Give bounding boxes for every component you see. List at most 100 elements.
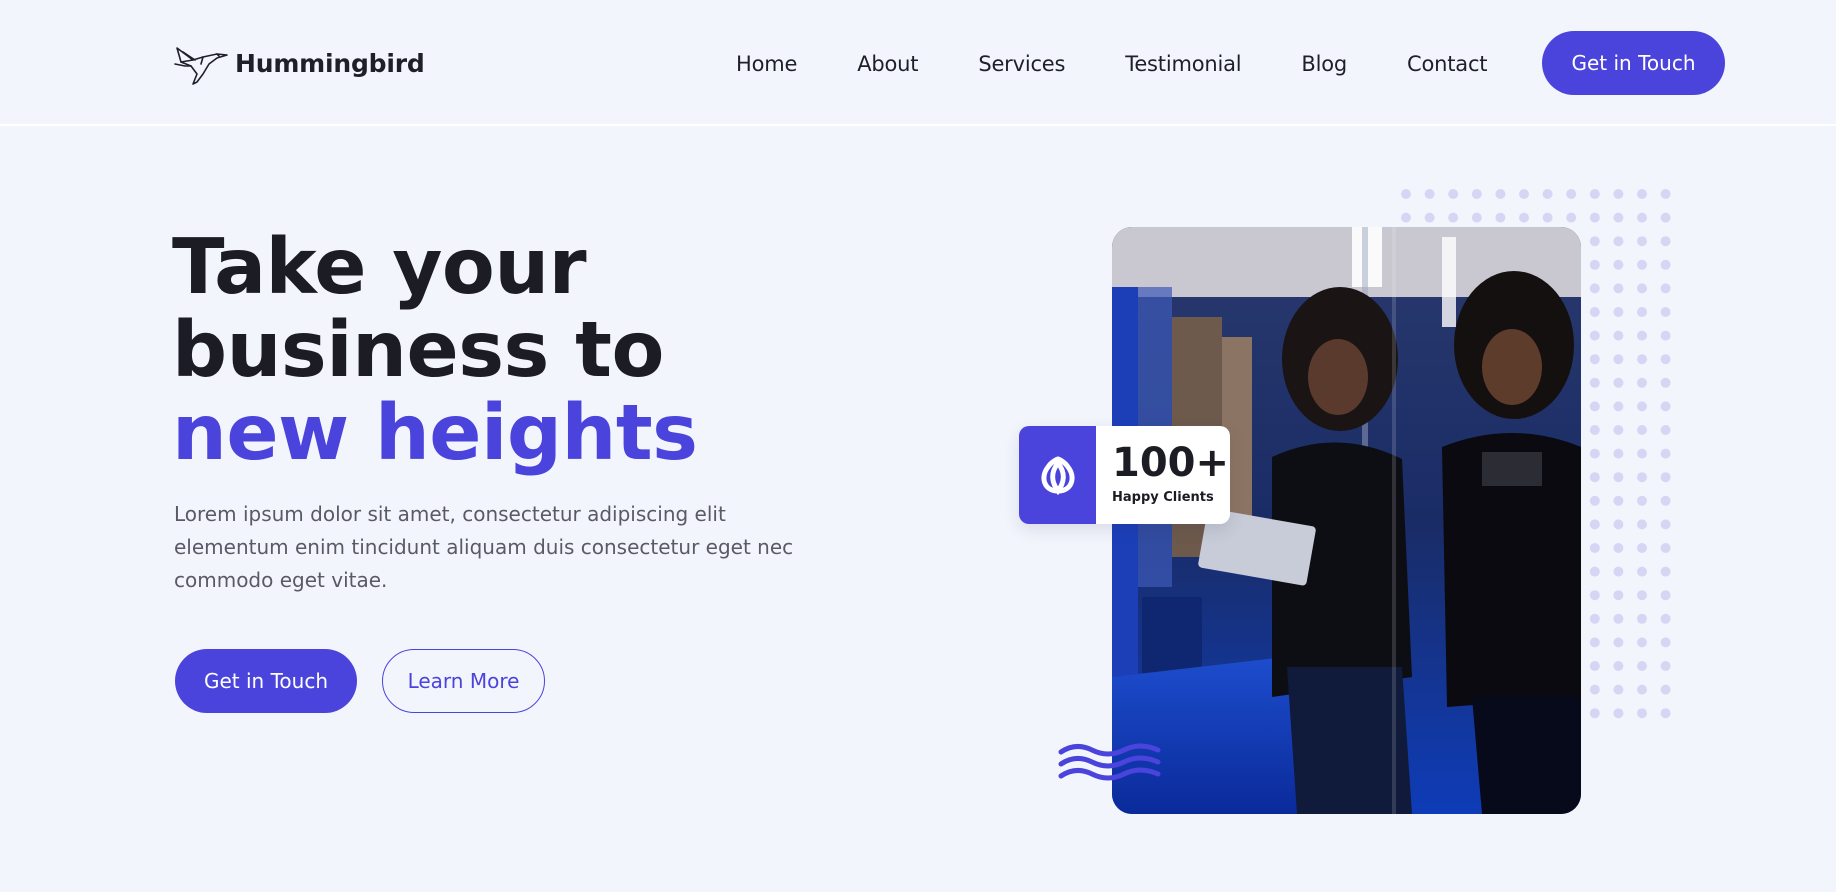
pattern-dot bbox=[1637, 613, 1647, 624]
pattern-dot bbox=[1589, 472, 1600, 483]
pattern-dot bbox=[1613, 543, 1624, 553]
pattern-dot bbox=[1589, 448, 1600, 459]
pattern-dot bbox=[1637, 330, 1647, 341]
pattern-dot bbox=[1637, 377, 1647, 388]
hero-headline: Take your business to new heights bbox=[172, 226, 698, 475]
pattern-dot bbox=[1637, 661, 1647, 671]
pattern-dot bbox=[1660, 684, 1671, 695]
main-nav: Home About Services Testimonial Blog Con… bbox=[736, 47, 1488, 81]
brand-name: Hummingbird bbox=[235, 48, 425, 78]
pattern-dot bbox=[1660, 708, 1671, 719]
pattern-dot bbox=[1542, 212, 1553, 223]
nav-item-home[interactable]: Home bbox=[736, 52, 797, 76]
hero-get-in-touch-button[interactable]: Get in Touch bbox=[175, 649, 357, 713]
headline-line-2: business to bbox=[172, 306, 664, 395]
stat-label: Happy Clients bbox=[1112, 490, 1214, 505]
pattern-dot bbox=[1613, 495, 1624, 506]
pattern-dot bbox=[1589, 401, 1600, 412]
wave-decoration bbox=[1058, 743, 1161, 781]
pattern-dot bbox=[1448, 212, 1459, 223]
pattern-dot bbox=[1589, 708, 1600, 719]
pattern-dot bbox=[1471, 212, 1482, 223]
pattern-dot bbox=[1637, 472, 1647, 483]
pattern-dot bbox=[1613, 448, 1624, 459]
pattern-dot bbox=[1589, 661, 1600, 671]
pattern-dot bbox=[1589, 307, 1600, 317]
pattern-dot bbox=[1613, 472, 1624, 483]
stat-icon-box bbox=[1019, 426, 1096, 524]
pattern-dot bbox=[1613, 661, 1624, 671]
site-header: Hummingbird Home About Services Testimon… bbox=[0, 0, 1836, 126]
nav-item-testimonial[interactable]: Testimonial bbox=[1125, 52, 1241, 76]
pattern-dot bbox=[1589, 189, 1600, 199]
header-get-in-touch-button[interactable]: Get in Touch bbox=[1542, 31, 1725, 95]
pattern-dot bbox=[1637, 354, 1647, 365]
pattern-dot bbox=[1589, 566, 1600, 577]
pattern-dot bbox=[1637, 259, 1647, 270]
pattern-dot bbox=[1613, 189, 1624, 199]
pattern-dot bbox=[1495, 212, 1506, 223]
pattern-dot bbox=[1613, 590, 1624, 601]
pattern-dot bbox=[1637, 590, 1647, 601]
pattern-dot bbox=[1471, 189, 1482, 199]
headline-accent: new heights bbox=[172, 389, 698, 478]
pattern-dot bbox=[1613, 566, 1624, 577]
pattern-dot bbox=[1424, 212, 1435, 223]
pattern-dot bbox=[1660, 590, 1671, 601]
pattern-dot bbox=[1613, 377, 1624, 388]
pattern-dot bbox=[1589, 236, 1600, 247]
pattern-dot bbox=[1613, 637, 1624, 648]
pattern-dot bbox=[1660, 519, 1671, 530]
pattern-dot bbox=[1589, 495, 1600, 506]
headline-line-1: Take your bbox=[172, 223, 587, 312]
nav-item-about[interactable]: About bbox=[857, 52, 918, 76]
nav-item-blog[interactable]: Blog bbox=[1301, 52, 1347, 76]
pattern-dot bbox=[1519, 189, 1529, 199]
pattern-dot bbox=[1589, 543, 1600, 553]
pattern-dot bbox=[1589, 283, 1600, 294]
pattern-dot bbox=[1613, 259, 1624, 270]
pattern-dot bbox=[1637, 212, 1647, 223]
pattern-dot bbox=[1566, 212, 1577, 223]
pattern-dot bbox=[1660, 189, 1671, 199]
pattern-dot bbox=[1660, 448, 1671, 459]
pattern-dot bbox=[1637, 189, 1647, 199]
nav-item-contact[interactable]: Contact bbox=[1407, 52, 1488, 76]
hummingbird-icon bbox=[174, 47, 228, 85]
pattern-dot bbox=[1589, 425, 1600, 435]
pattern-dot bbox=[1637, 283, 1647, 294]
pattern-dot bbox=[1660, 543, 1671, 553]
pattern-dot bbox=[1637, 448, 1647, 459]
pattern-dot bbox=[1589, 354, 1600, 365]
pattern-dot bbox=[1660, 283, 1671, 294]
pattern-dot bbox=[1660, 661, 1671, 671]
pattern-dot bbox=[1660, 307, 1671, 317]
pattern-dot bbox=[1637, 495, 1647, 506]
pattern-dot bbox=[1613, 283, 1624, 294]
pattern-dot bbox=[1519, 212, 1529, 223]
pattern-dot bbox=[1613, 613, 1624, 624]
pattern-dot bbox=[1613, 236, 1624, 247]
pattern-dot bbox=[1589, 684, 1600, 695]
pattern-dot bbox=[1589, 212, 1600, 223]
pattern-dot bbox=[1424, 189, 1435, 199]
pattern-dot bbox=[1660, 236, 1671, 247]
pattern-dot bbox=[1613, 708, 1624, 719]
pattern-dot bbox=[1637, 708, 1647, 719]
pattern-dot bbox=[1637, 637, 1647, 648]
nav-item-services[interactable]: Services bbox=[978, 52, 1065, 76]
pattern-dot bbox=[1660, 425, 1671, 435]
stat-value: 100+ bbox=[1112, 440, 1230, 486]
pattern-dot bbox=[1613, 401, 1624, 412]
pattern-dot bbox=[1613, 307, 1624, 317]
pattern-dot bbox=[1637, 401, 1647, 412]
pattern-dot bbox=[1613, 354, 1624, 365]
pattern-dot bbox=[1637, 307, 1647, 317]
pattern-dot bbox=[1613, 519, 1624, 530]
pattern-dot bbox=[1589, 377, 1600, 388]
learn-more-button[interactable]: Learn More bbox=[382, 649, 545, 713]
pattern-dot bbox=[1660, 212, 1671, 223]
pattern-dot bbox=[1637, 236, 1647, 247]
brand-logo[interactable]: Hummingbird bbox=[173, 40, 425, 86]
pattern-dot bbox=[1495, 189, 1506, 199]
